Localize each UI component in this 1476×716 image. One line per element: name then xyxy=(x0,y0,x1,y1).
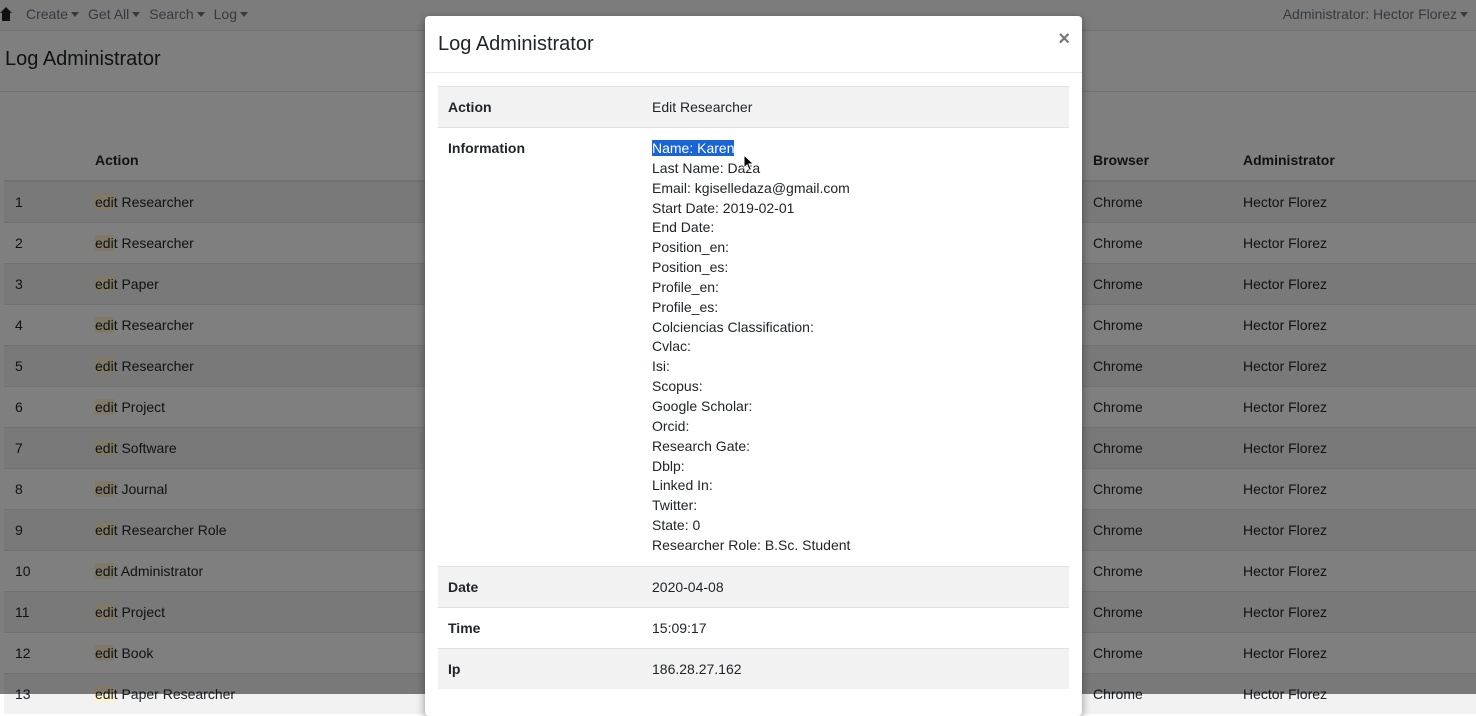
information-lines: Last Name: Daza Email: kgiselledaza@gmail… xyxy=(652,159,1069,556)
information-line: Position_en: xyxy=(652,239,730,256)
detail-row-action: Action Edit Researcher xyxy=(438,86,1069,128)
information-line: Start Date: 2019-02-01 xyxy=(652,199,795,216)
close-icon[interactable]: × xyxy=(1058,29,1070,49)
information-line: Researcher Role: B.Sc. Student xyxy=(652,536,851,553)
information-line: Email: kgiselledaza@gmail.com xyxy=(652,179,850,196)
detail-table: Action Edit Researcher Information Name:… xyxy=(438,86,1069,689)
time-label: Time xyxy=(438,606,652,649)
information-line: Profile_en: xyxy=(652,278,719,295)
mouse-cursor-icon xyxy=(743,154,755,172)
detail-row-date: Date 2020-04-08 xyxy=(438,565,1069,608)
information-line: State: 0 xyxy=(652,517,701,534)
information-line: Isi: xyxy=(652,358,670,375)
action-value: Edit Researcher xyxy=(652,86,1069,128)
selected-text[interactable]: Name: Karen xyxy=(652,140,735,156)
information-line: Linked In: xyxy=(652,477,713,494)
information-line: Dblp: xyxy=(652,457,685,474)
information-value: Name: Karen Last Name: Daza Email: kgisel… xyxy=(652,127,1069,567)
information-line: Profile_es: xyxy=(652,298,719,315)
information-line: Colciencias Classification: xyxy=(652,318,814,335)
information-line: Twitter: xyxy=(652,497,698,514)
information-label: Information xyxy=(438,127,652,567)
information-line: Cvlac: xyxy=(652,338,691,355)
information-line: Research Gate: xyxy=(652,437,751,454)
information-line: Last Name: Daza xyxy=(652,159,761,176)
log-detail-modal: Log Administrator × Action Edit Research… xyxy=(425,16,1082,716)
information-line: Google Scholar: xyxy=(652,397,753,414)
detail-row-information: Information Name: Karen Last Name: Daza E… xyxy=(438,127,1069,567)
action-label: Action xyxy=(438,86,652,128)
information-line: Orcid: xyxy=(652,417,690,434)
information-line: Position_es: xyxy=(652,259,729,276)
information-line: Scopus: xyxy=(652,378,703,395)
information-line: End Date: xyxy=(652,219,715,236)
date-value: 2020-04-08 xyxy=(652,565,1069,608)
date-label: Date xyxy=(438,565,652,608)
detail-row-ip: Ip 186.28.27.162 xyxy=(438,647,1069,689)
detail-row-time: Time 15:09:17 xyxy=(438,606,1069,649)
time-value: 15:09:17 xyxy=(652,606,1069,649)
ip-value: 186.28.27.162 xyxy=(652,647,1069,689)
modal-title: Log Administrator xyxy=(438,33,594,55)
modal-header: Log Administrator × xyxy=(425,16,1082,73)
ip-label: Ip xyxy=(438,647,652,689)
